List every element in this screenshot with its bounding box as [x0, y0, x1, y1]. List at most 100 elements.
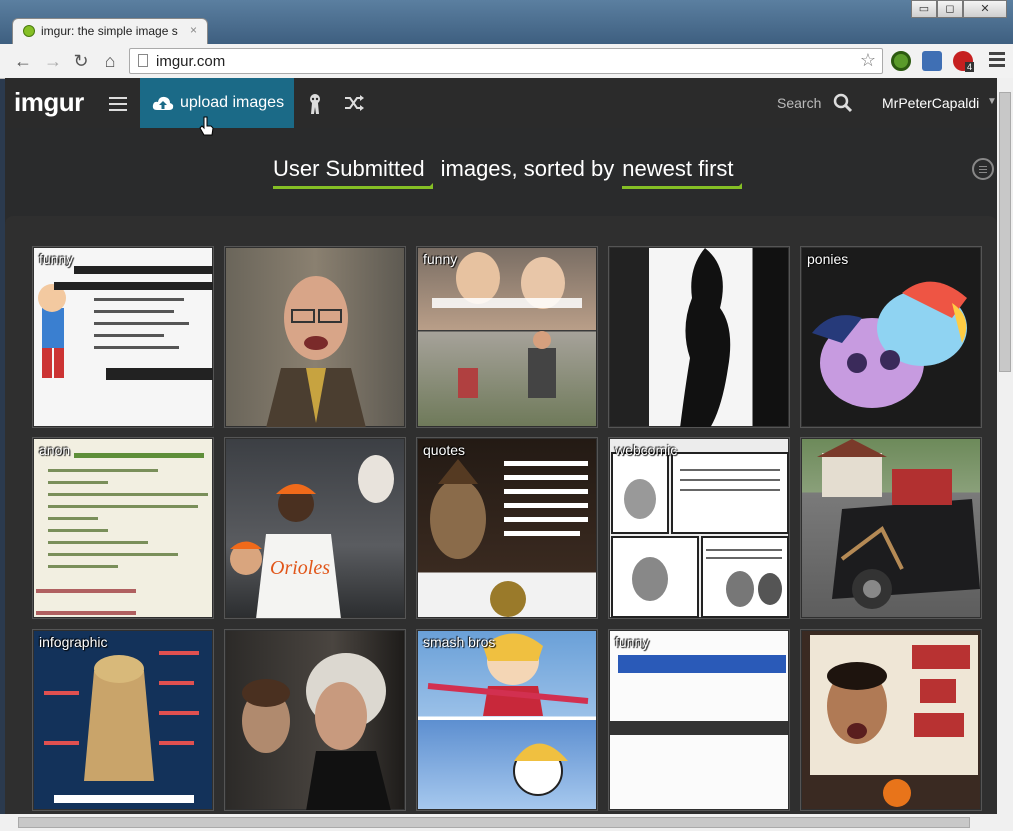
thumbnail-image: [418, 631, 596, 809]
puzzle-extension-icon[interactable]: [922, 51, 942, 71]
gallery-thumbnail[interactable]: [608, 246, 790, 428]
thumbnail-art: Orioles: [230, 455, 394, 618]
upload-images-button[interactable]: upload images: [140, 78, 294, 128]
gallery-thumbnail[interactable]: funny: [416, 246, 598, 428]
vertical-scrollbar[interactable]: [997, 78, 1013, 814]
gallery-thumbnail[interactable]: funny: [608, 629, 790, 811]
thumbnail-art: [432, 252, 582, 398]
thumbnail-image: [610, 248, 788, 427]
thumbnail-tag: infographic: [39, 634, 108, 650]
green-extension-icon[interactable]: [891, 51, 911, 71]
thumbnail-image: [418, 248, 596, 426]
tab-close-icon[interactable]: ×: [190, 23, 197, 37]
search-label[interactable]: Search: [777, 95, 821, 111]
browser-menu-icon[interactable]: [989, 52, 1005, 70]
thumbnail-art: [266, 276, 366, 427]
hamburger-menu-icon[interactable]: [109, 97, 127, 115]
gallery-thumbnail[interactable]: [224, 629, 406, 811]
minimize-button[interactable]: ▭: [911, 0, 937, 18]
thumbnail-image: [34, 439, 212, 617]
gallery-thumbnail[interactable]: [224, 246, 406, 428]
horizontal-scrollbar[interactable]: [0, 814, 1013, 831]
thumbnail-art: [38, 266, 213, 380]
thumbnail-tag: anon: [39, 442, 71, 458]
browser-tab[interactable]: imgur: the simple image s ×: [12, 18, 208, 44]
thumbnail-art: [242, 653, 391, 810]
alien-icon[interactable]: [307, 93, 323, 115]
gallery-thumbnail[interactable]: ponies: [800, 246, 982, 428]
logo-text: imgur: [14, 87, 84, 117]
thumbnail-art: [430, 459, 588, 617]
gallery-thumbnail[interactable]: funny: [32, 246, 214, 428]
url-text: imgur.com: [156, 53, 226, 70]
browser-titlebar: imgur: the simple image s × ▭ ◻ ✕: [0, 0, 1013, 44]
thumbnail-art: [36, 453, 208, 615]
gallery-thumbnail[interactable]: infographic: [32, 629, 214, 811]
thumbnail-tag: funny: [615, 634, 650, 650]
address-bar[interactable]: imgur.com ☆: [129, 48, 883, 74]
thumbnail-art: [427, 633, 589, 796]
thumbnail-tag: ponies: [807, 251, 849, 267]
imgur-logo[interactable]: imgur: [14, 87, 84, 118]
thumbnail-grid: funny funny ponies anon Orioles quotes w…: [5, 216, 997, 814]
thumbnail-tag: smash bros: [423, 634, 496, 650]
thumbnail-image: [802, 439, 980, 617]
gallery-page: User Submitted images, sorted by newest …: [5, 128, 997, 814]
thumbnail-tag: webcomic: [615, 442, 678, 458]
close-window-button[interactable]: ✕: [963, 0, 1007, 18]
thumbnail-tag: funny: [39, 251, 74, 267]
upload-label: upload images: [180, 94, 285, 111]
adblock-extension-icon[interactable]: 4: [953, 51, 975, 72]
thumbnail-image: [802, 248, 980, 426]
thumbnail-art: [810, 635, 978, 807]
maximize-button[interactable]: ◻: [937, 0, 963, 18]
search-icon[interactable]: [833, 93, 853, 113]
page-icon: [138, 54, 148, 67]
thumbnail-art: [680, 248, 731, 427]
forward-arrow-icon[interactable]: →: [42, 50, 64, 72]
thumbnail-image: [418, 439, 596, 617]
imgur-favicon-icon: [23, 25, 35, 37]
thumbnail-art: [610, 655, 788, 735]
gallery-thumbnail[interactable]: webcomic: [608, 437, 790, 619]
mouse-pointer-icon: [199, 116, 214, 136]
view-options-icon[interactable]: [972, 158, 994, 180]
thumbnail-tag: quotes: [423, 442, 466, 458]
thumbnail-tag: funny: [423, 251, 458, 267]
home-icon[interactable]: ⌂: [99, 50, 121, 72]
extension-badge: 4: [965, 62, 975, 72]
sort-order-dropdown[interactable]: newest first: [622, 156, 742, 189]
thumbnail-art: [817, 439, 980, 609]
sort-bar: User Submitted images, sorted by newest …: [273, 156, 742, 189]
thumbnail-image: [226, 631, 404, 810]
sort-middle-text: images, sorted by: [440, 156, 615, 181]
thumbnail-image: Orioles: [226, 439, 404, 618]
random-shuffle-icon[interactable]: [344, 95, 364, 111]
chevron-down-icon[interactable]: ▼: [987, 96, 997, 107]
thumbnail-image: [34, 631, 212, 809]
thumbnail-image: [34, 248, 213, 426]
gallery-thumbnail[interactable]: [800, 629, 982, 811]
gallery-thumbnail[interactable]: anon: [32, 437, 214, 619]
reload-icon[interactable]: ↻: [70, 50, 92, 72]
thumbnail-image: [226, 248, 404, 427]
thumbnail-image: [610, 631, 788, 809]
horizontal-scroll-thumb[interactable]: [18, 817, 970, 828]
vertical-scroll-thumb[interactable]: [999, 92, 1011, 372]
svg-text:Orioles: Orioles: [270, 557, 330, 579]
window-controls: ▭ ◻ ✕: [911, 0, 1007, 18]
back-arrow-icon[interactable]: ←: [12, 50, 34, 72]
bookmark-star-icon[interactable]: ☆: [860, 50, 876, 71]
site-header: imgur upload images Search MrPeterCapald…: [5, 78, 997, 128]
gallery-thumbnail[interactable]: Orioles: [224, 437, 406, 619]
thumbnail-image: [802, 631, 980, 809]
gallery-thumbnail[interactable]: [800, 437, 982, 619]
thumbnail-art: [611, 452, 789, 618]
gallery-thumbnail[interactable]: quotes: [416, 437, 598, 619]
sort-source-dropdown[interactable]: User Submitted: [273, 156, 433, 189]
thumbnail-image: [610, 439, 789, 618]
gallery-thumbnail[interactable]: smash bros: [416, 629, 598, 811]
thumbnail-art: [812, 281, 967, 408]
username-menu[interactable]: MrPeterCapaldi: [882, 95, 979, 111]
cloud-upload-icon: [152, 96, 174, 110]
